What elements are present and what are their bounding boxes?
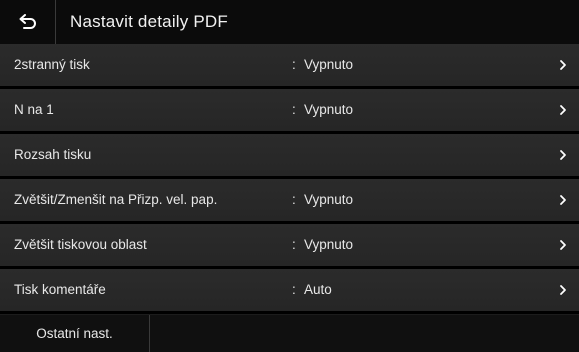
setting-row-fit-to-paper[interactable]: Zvětšit/Zmenšit na Přizp. vel. pap. : Vy… — [0, 179, 579, 224]
setting-label: Rozsah tisku — [14, 147, 92, 162]
setting-label: Tisk komentáře — [14, 282, 106, 297]
setting-value: Vypnuto — [304, 192, 354, 207]
back-button[interactable] — [0, 0, 56, 44]
header-bar: Nastavit detaily PDF — [0, 0, 579, 44]
setting-value: Vypnuto — [304, 237, 354, 252]
settings-list: 2stranný tisk : Vypnuto N na 1 : Vypnuto… — [0, 44, 579, 314]
setting-colon: : — [292, 237, 296, 252]
setting-colon: : — [292, 102, 296, 117]
setting-label: Zvětšit/Zmenšit na Přizp. vel. pap. — [14, 192, 218, 207]
chevron-right-icon — [560, 195, 566, 205]
other-settings-button[interactable]: Ostatní nast. — [0, 315, 150, 352]
setting-row-enlarge-print-area[interactable]: Zvětšit tiskovou oblast : Vypnuto — [0, 224, 579, 269]
setting-colon: : — [292, 282, 296, 297]
setting-label: Zvětšit tiskovou oblast — [14, 237, 147, 252]
setting-value: Vypnuto — [304, 57, 354, 72]
setting-row-n-up[interactable]: N na 1 : Vypnuto — [0, 89, 579, 134]
setting-colon: : — [292, 192, 296, 207]
setting-label: 2stranný tisk — [14, 57, 90, 72]
setting-row-duplex[interactable]: 2stranný tisk : Vypnuto — [0, 44, 579, 89]
screen: Nastavit detaily PDF 2stranný tisk : Vyp… — [0, 0, 579, 352]
setting-value: Auto — [304, 282, 332, 297]
back-arrow-icon — [18, 14, 38, 30]
setting-row-print-comments[interactable]: Tisk komentáře : Auto — [0, 269, 579, 314]
setting-colon: : — [292, 57, 296, 72]
page-title: Nastavit detaily PDF — [70, 12, 228, 31]
chevron-right-icon — [560, 240, 566, 250]
chevron-right-icon — [560, 150, 566, 160]
chevron-right-icon — [560, 60, 566, 70]
chevron-right-icon — [560, 105, 566, 115]
setting-row-print-range[interactable]: Rozsah tisku — [0, 134, 579, 179]
footer-bar: Ostatní nast. — [0, 314, 579, 352]
setting-value: Vypnuto — [304, 102, 354, 117]
chevron-right-icon — [560, 285, 566, 295]
setting-label: N na 1 — [14, 102, 54, 117]
